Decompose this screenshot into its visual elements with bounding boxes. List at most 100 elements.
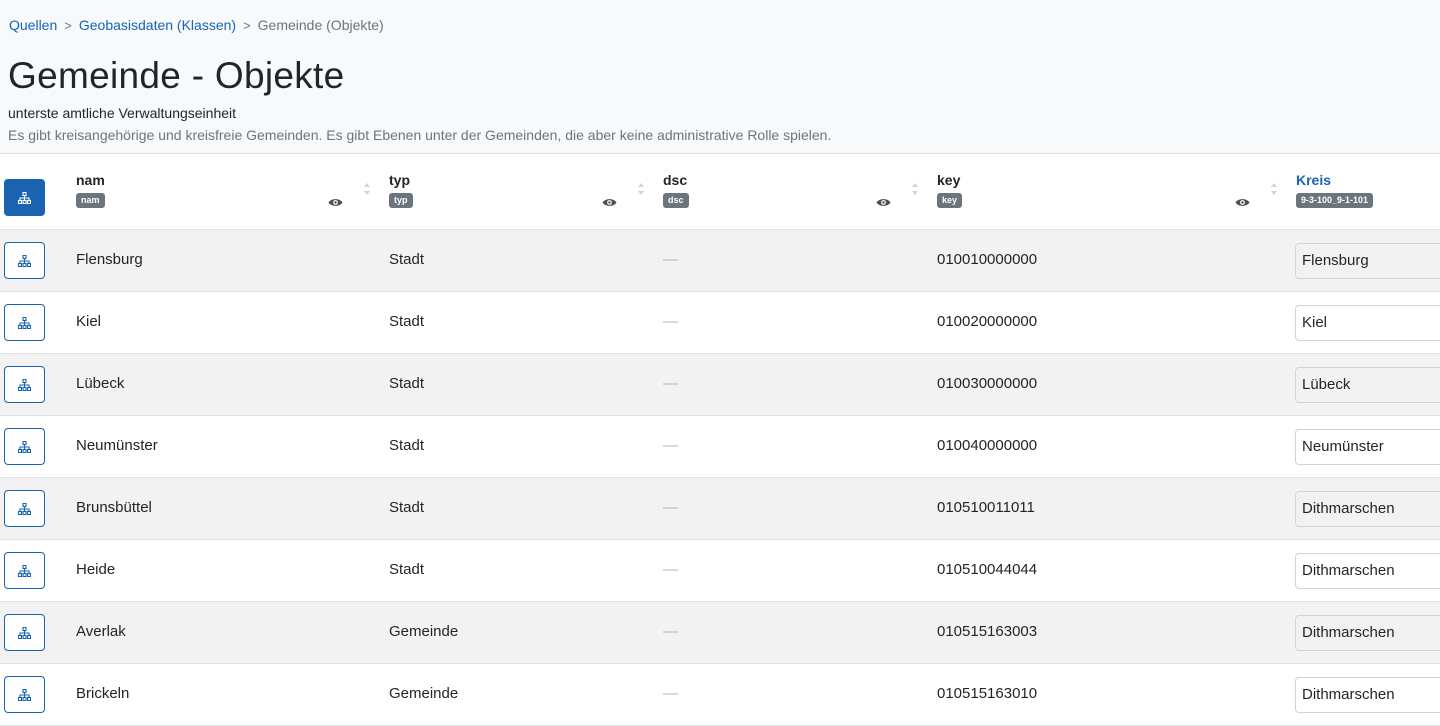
cell-dsc: — (663, 437, 678, 454)
column-header-dsc: dsc dsc (663, 172, 689, 208)
tree-view-button[interactable] (4, 428, 45, 465)
sort-icon[interactable] (363, 181, 371, 197)
column-label: dsc (663, 172, 688, 188)
cell-key: 010040000000 (937, 437, 1038, 454)
sitemap-icon (18, 626, 31, 639)
table-row: Brunsbüttel Stadt — 010510011011 Dithmar… (0, 478, 1440, 540)
cell-kreis[interactable]: Dithmarschen (1295, 491, 1440, 527)
sitemap-icon (18, 688, 31, 701)
cell-nam: Neumünster (76, 437, 158, 454)
sitemap-icon (18, 564, 31, 577)
sort-icon[interactable] (637, 181, 645, 197)
objects-table: nam nam typ typ dsc dsc key key Kreis 9-… (0, 154, 1440, 726)
eye-icon[interactable] (602, 197, 617, 208)
column-badge: dsc (663, 193, 689, 208)
tree-view-button[interactable] (4, 366, 45, 403)
breadcrumb-current: Gemeinde (Objekte) (257, 17, 384, 33)
sort-icon[interactable] (1270, 181, 1278, 197)
column-label: nam (76, 172, 105, 188)
cell-nam: Flensburg (76, 251, 143, 268)
tree-view-button[interactable] (4, 552, 45, 589)
cell-key: 010010000000 (937, 251, 1038, 268)
cell-kreis[interactable]: Dithmarschen (1295, 553, 1440, 589)
cell-dsc: — (663, 561, 678, 578)
cell-key: 010510011011 (937, 499, 1035, 516)
column-badge: 9-3-100_9-1-101 (1296, 193, 1374, 208)
column-badge: key (937, 193, 963, 208)
tree-view-button[interactable] (4, 490, 45, 527)
column-label-link[interactable]: Kreis (1296, 172, 1373, 188)
cell-kreis[interactable]: Neumünster (1295, 429, 1440, 465)
page-subtitle: unterste amtliche Verwaltungseinheit (8, 105, 237, 121)
cell-dsc: — (663, 375, 678, 392)
cell-typ: Stadt (389, 313, 425, 330)
table-row: Brickeln Gemeinde — 010515163010 Dithmar… (0, 664, 1440, 726)
cell-typ: Gemeinde (389, 685, 459, 702)
cell-key: 010515163010 (937, 685, 1038, 702)
breadcrumb-link-geobasisdaten[interactable]: Geobasisdaten (Klassen) (79, 17, 236, 33)
page-description: Es gibt kreisangehörige und kreisfreie G… (8, 127, 832, 143)
cell-nam: Kiel (76, 313, 102, 330)
sitemap-icon (18, 316, 31, 329)
tree-view-button[interactable] (4, 676, 45, 713)
tree-view-button[interactable] (4, 304, 45, 341)
column-header-nam: nam nam (76, 172, 105, 208)
sitemap-icon (18, 502, 31, 515)
cell-kreis[interactable]: Dithmarschen (1295, 677, 1440, 713)
cell-typ: Gemeinde (389, 623, 459, 640)
cell-nam: Heide (76, 561, 116, 578)
cell-nam: Averlak (76, 623, 126, 640)
column-header-typ: typ typ (389, 172, 413, 208)
cell-dsc: — (663, 499, 678, 516)
cell-nam: Brunsbüttel (76, 499, 152, 516)
cell-nam: Lübeck (76, 375, 125, 392)
table-row: Kiel Stadt — 010020000000 Kiel (0, 292, 1440, 354)
sort-icon[interactable] (911, 181, 919, 197)
table-header: nam nam typ typ dsc dsc key key Kreis 9-… (0, 154, 1440, 230)
tree-view-button[interactable] (4, 242, 45, 279)
cell-typ: Stadt (389, 251, 425, 268)
breadcrumb-link-quellen[interactable]: Quellen (9, 17, 57, 33)
cell-typ: Stadt (389, 375, 425, 392)
cell-kreis[interactable]: Lübeck (1295, 367, 1440, 403)
eye-icon[interactable] (1235, 197, 1250, 208)
cell-key: 010030000000 (937, 375, 1038, 392)
cell-kreis[interactable]: Flensburg (1295, 243, 1440, 279)
table-row: Lübeck Stadt — 010030000000 Lübeck (0, 354, 1440, 416)
tree-view-button[interactable] (4, 614, 45, 651)
cell-key: 010020000000 (937, 313, 1038, 330)
chevron-right-icon: > (243, 17, 251, 33)
page-title: Gemeinde - Objekte (8, 55, 345, 96)
cell-key: 010510044044 (937, 561, 1038, 578)
column-badge: nam (76, 193, 105, 208)
column-header-kreis: Kreis 9-3-100_9-1-101 (1296, 172, 1374, 208)
breadcrumb: Quellen > Geobasisdaten (Klassen) > Geme… (9, 17, 384, 33)
eye-icon[interactable] (876, 197, 891, 208)
table-row: Heide Stadt — 010510044044 Dithmarschen (0, 540, 1440, 602)
sitemap-icon (18, 378, 31, 391)
cell-typ: Stadt (389, 437, 425, 454)
cell-dsc: — (663, 313, 678, 330)
cell-kreis[interactable]: Dithmarschen (1295, 615, 1440, 651)
cell-dsc: — (663, 623, 678, 640)
column-badge: typ (389, 193, 413, 208)
tree-view-all-button[interactable] (4, 179, 45, 216)
sitemap-icon (18, 440, 31, 453)
cell-dsc: — (663, 251, 678, 268)
cell-typ: Stadt (389, 561, 425, 578)
cell-kreis[interactable]: Kiel (1295, 305, 1440, 341)
sitemap-icon (18, 254, 31, 267)
cell-dsc: — (663, 685, 678, 702)
page-header: Quellen > Geobasisdaten (Klassen) > Geme… (0, 0, 1440, 154)
chevron-right-icon: > (64, 17, 72, 33)
column-header-key: key key (937, 172, 963, 208)
cell-key: 010515163003 (937, 623, 1038, 640)
column-label: typ (389, 172, 410, 188)
sitemap-icon (18, 191, 31, 204)
table-row: Flensburg Stadt — 010010000000 Flensburg (0, 230, 1440, 292)
column-label: key (937, 172, 961, 188)
cell-typ: Stadt (389, 499, 425, 516)
eye-icon[interactable] (328, 197, 343, 208)
cell-nam: Brickeln (76, 685, 130, 702)
table-row: Averlak Gemeinde — 010515163003 Dithmars… (0, 602, 1440, 664)
